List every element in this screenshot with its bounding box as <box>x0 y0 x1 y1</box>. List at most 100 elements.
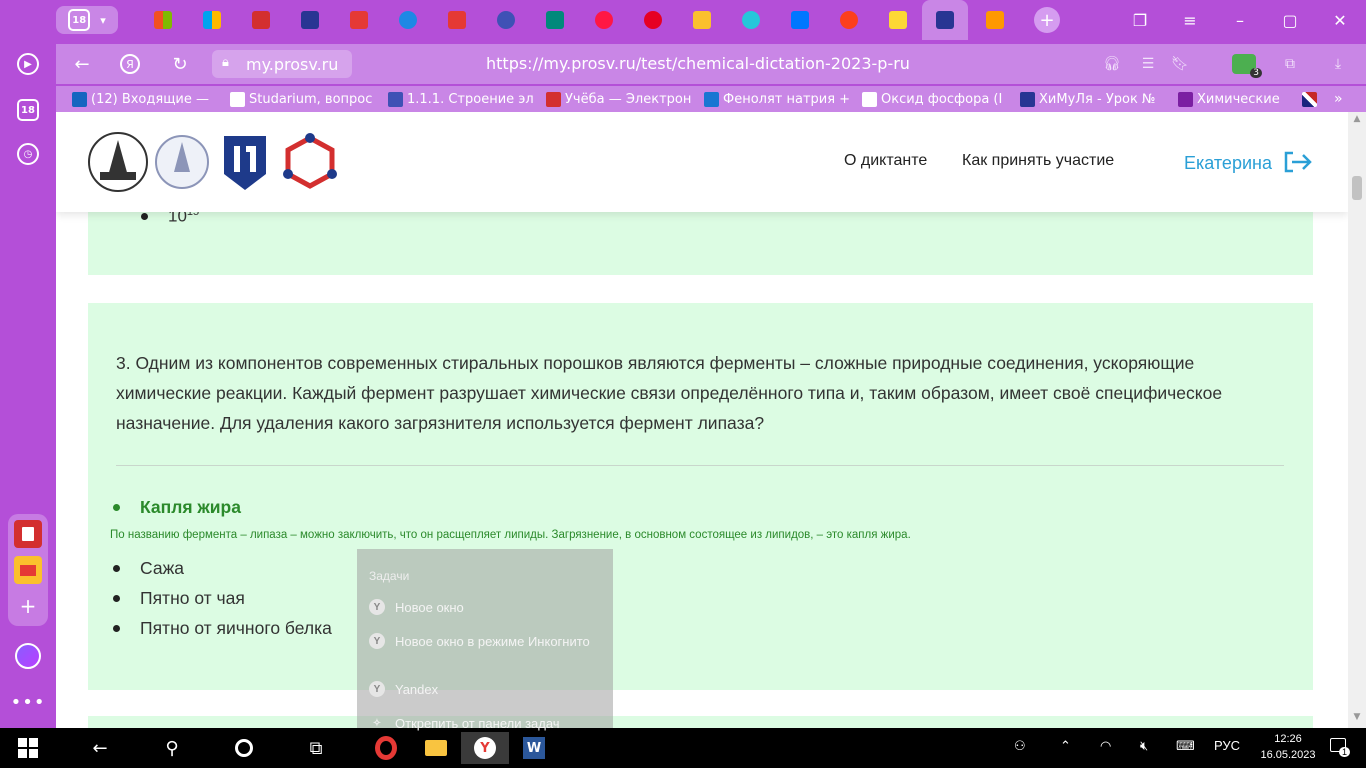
jump-list-incognito[interactable]: Y Новое окно в режиме Инкогнито <box>369 633 590 649</box>
bookmark-item[interactable]: (12) Входящие — <box>72 90 222 108</box>
keyboard-icon[interactable]: ⌨ <box>1176 738 1195 754</box>
page-scrollbar[interactable]: ▲ ▼ <box>1348 112 1366 728</box>
logout-icon <box>1284 151 1312 173</box>
bookmark-item[interactable]: Studarium, вопрос <box>230 90 380 108</box>
user-account-link[interactable]: Екатерина <box>1184 150 1313 174</box>
answer-option[interactable]: Пятно от яичного белка <box>113 618 332 639</box>
tab-vk[interactable] <box>785 6 815 34</box>
bookmark-item[interactable]: Химические <box>1178 90 1288 108</box>
alice-icon[interactable] <box>12 640 44 672</box>
back-arrow-icon[interactable]: ← <box>76 732 124 764</box>
tab-active-prosv[interactable] <box>922 0 968 40</box>
bookmark-item[interactable]: 1.1.1. Строение эл <box>388 90 538 108</box>
mail-app-icon[interactable] <box>14 556 42 584</box>
maximize-button[interactable]: ▢ <box>1278 8 1302 32</box>
tab-site13[interactable] <box>736 6 766 34</box>
url-input[interactable]: https://my.prosv.ru/test/chemical-dictat… <box>486 54 910 73</box>
collections-icon[interactable]: ⧉ <box>1280 54 1300 74</box>
tab-site9[interactable] <box>540 6 570 34</box>
volume-muted-icon[interactable]: 🔇︎ <box>1140 738 1148 754</box>
tab-site12[interactable] <box>687 6 717 34</box>
chevron-up-icon[interactable]: ⌃ <box>1060 738 1071 754</box>
cortana-icon[interactable] <box>220 732 268 764</box>
answer-option-correct[interactable]: Капля жира <box>113 497 241 518</box>
book-icon <box>546 11 564 29</box>
task-view-icon[interactable]: ⧉ <box>292 732 340 764</box>
bookmark-item[interactable]: Фенолят натрия + <box>704 90 854 108</box>
wifi-icon[interactable]: ◠ <box>1100 738 1111 754</box>
answer-option[interactable]: Сажа <box>112 558 184 579</box>
clock-date: 16.05.2023 <box>1260 749 1316 761</box>
windows-icon <box>154 11 172 29</box>
add-app-icon[interactable]: + <box>14 592 42 620</box>
bookmark-icon[interactable]: 🔖︎ <box>1170 54 1190 74</box>
reload-icon[interactable]: ↻ <box>168 52 192 76</box>
tab-video[interactable] <box>589 6 619 34</box>
jump-list-yandex[interactable]: Y Yandex <box>369 681 438 697</box>
tab-pinterest[interactable] <box>638 6 668 34</box>
play-icon[interactable]: ▶ <box>12 48 44 80</box>
bookmark-item[interactable]: Оксид фосфора (I <box>862 90 1012 108</box>
reader-mode-icon[interactable]: ☰ <box>1138 54 1158 74</box>
msu-logo[interactable] <box>86 130 150 194</box>
unpin-icon: ✧ <box>372 717 382 729</box>
send-icon <box>986 11 1004 29</box>
prosv-logo[interactable] <box>220 130 270 194</box>
yandex-logo-icon[interactable]: Я <box>118 52 142 76</box>
bookmark-item[interactable]: Учёба — Электрон <box>546 90 696 108</box>
scroll-down-icon[interactable]: ▼ <box>1348 712 1366 726</box>
nav-link-about[interactable]: О диктанте <box>844 152 927 170</box>
notification-icon[interactable]: 1 <box>1330 738 1350 757</box>
people-icon[interactable]: ⚇ <box>1014 738 1026 754</box>
tab-site18[interactable] <box>980 6 1010 34</box>
back-icon[interactable]: ← <box>70 52 94 76</box>
bookmark-item[interactable]: ХиМуЛя - Урок № <box>1020 90 1170 108</box>
tab-count-button[interactable]: 18 <box>12 94 44 126</box>
nav-link-howto[interactable]: Как принять участие <box>962 152 1114 170</box>
word-icon[interactable]: W <box>510 732 558 764</box>
jump-list-new-window[interactable]: Y Новое окно <box>369 599 464 615</box>
tab-yandex[interactable] <box>834 6 864 34</box>
yandex-browser-taskbar[interactable]: Y <box>461 732 509 764</box>
more-icon[interactable]: ••• <box>11 686 45 718</box>
tab-manager-icon[interactable]: ❐ <box>1128 8 1152 32</box>
site-host-pill[interactable]: 🔒︎ my.prosv.ru <box>212 50 352 78</box>
docs-app-icon[interactable] <box>14 520 42 548</box>
tab-microsoft[interactable] <box>197 6 227 34</box>
yandex-icon: Y <box>369 633 385 649</box>
new-tab-button[interactable]: + <box>1032 6 1062 34</box>
menu-icon[interactable]: ≡ <box>1178 8 1202 32</box>
answer-option[interactable]: Пятно от чая <box>113 588 245 609</box>
tab-docs[interactable] <box>246 6 276 34</box>
tab-site7[interactable] <box>442 6 472 34</box>
tab-site8[interactable] <box>491 6 521 34</box>
tab-site6[interactable] <box>393 6 423 34</box>
file-explorer-icon[interactable] <box>412 732 460 764</box>
headphones-icon[interactable]: 🎧︎ <box>1102 54 1122 74</box>
uk-flag-icon[interactable] <box>1302 90 1320 108</box>
clock[interactable]: 12:26 16.05.2023 <box>1258 731 1318 763</box>
plus-icon: + <box>1034 7 1060 33</box>
opera-icon[interactable] <box>362 732 410 764</box>
site-host: my.prosv.ru <box>246 54 339 74</box>
tab-prosv[interactable] <box>295 6 325 34</box>
extension-icon[interactable]: 3 <box>1232 54 1262 78</box>
olympiad-logo[interactable] <box>278 130 342 194</box>
scrollbar-thumb[interactable] <box>1352 176 1362 200</box>
scroll-up-icon[interactable]: ▲ <box>1348 114 1366 128</box>
close-button[interactable]: ✕ <box>1328 8 1352 32</box>
minimize-button[interactable]: – <box>1228 8 1252 32</box>
download-icon[interactable]: ⤓ <box>1328 54 1348 74</box>
tab-counter-button[interactable]: 18 ▾ <box>56 6 118 34</box>
start-button[interactable] <box>4 732 52 764</box>
tab-windows[interactable] <box>148 6 178 34</box>
tab-site16[interactable] <box>883 6 913 34</box>
language-indicator[interactable]: РУС <box>1214 738 1240 753</box>
more-bookmarks-icon[interactable]: » <box>1334 90 1352 108</box>
tab-site5[interactable] <box>344 6 374 34</box>
chemistry-faculty-logo[interactable] <box>150 130 214 194</box>
clock-time: 12:26 <box>1274 733 1302 745</box>
history-icon[interactable]: ◷ <box>12 138 44 170</box>
jump-list-unpin[interactable]: ✧ Открепить от панели задач <box>369 715 560 731</box>
search-icon[interactable]: ⚲ <box>148 732 196 764</box>
